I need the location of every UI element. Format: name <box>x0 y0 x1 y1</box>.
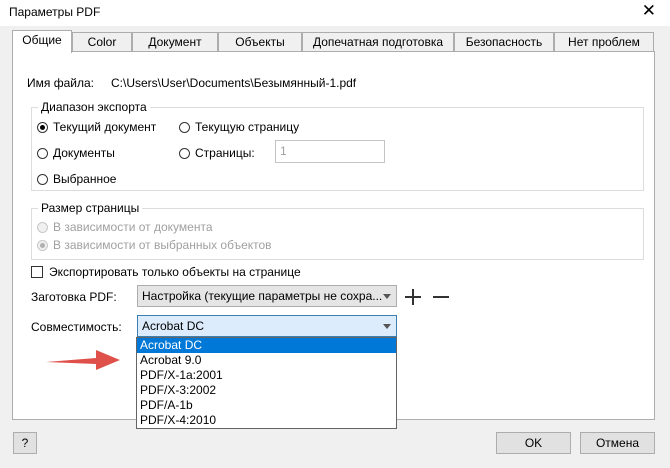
compat-option[interactable]: Acrobat 9.0 <box>137 353 396 368</box>
tab-label: Объекты <box>235 35 285 49</box>
export-range-legend: Диапазон экспорта <box>38 100 150 114</box>
size-from-document-label: В зависимости от документа <box>53 220 213 234</box>
compat-option[interactable]: PDF/A-1b <box>137 398 396 413</box>
size-from-objects-radio[interactable] <box>37 240 48 251</box>
tab-label: Документ <box>148 35 202 49</box>
compat-option[interactable]: PDF/X-4:2010 <box>137 413 396 428</box>
tab-document[interactable]: Документ <box>132 32 218 52</box>
current-document-label: Текущий документ <box>53 120 157 134</box>
compat-dropdown-list: Acrobat DC Acrobat 9.0 PDF/X-1a:2001 PDF… <box>136 337 397 429</box>
size-from-objects-label: В зависимости от выбранных объектов <box>53 238 272 252</box>
selection-radio[interactable] <box>37 174 48 185</box>
pages-radio[interactable] <box>179 148 190 159</box>
arrow-annotation-icon <box>46 350 120 370</box>
tab-color[interactable]: Color <box>72 32 132 52</box>
tab-label: Нет проблем <box>568 35 640 49</box>
tab-label: Допечатная подготовка <box>312 35 444 49</box>
help-button[interactable]: ? <box>13 432 37 454</box>
window-title: Параметры PDF <box>9 5 101 19</box>
add-preset-icon[interactable] <box>403 287 423 307</box>
tab-security[interactable]: Безопасность <box>454 32 554 52</box>
tab-general[interactable]: Общие <box>12 30 72 53</box>
tab-prepress[interactable]: Допечатная подготовка <box>302 32 454 52</box>
file-name-label: Имя файла: <box>27 76 94 90</box>
current-document-radio[interactable] <box>37 122 48 133</box>
export-only-on-page-label: Экспортировать только объекты на страниц… <box>49 265 301 279</box>
size-from-document-radio[interactable] <box>37 222 48 233</box>
preset-label: Заготовка PDF: <box>31 290 117 304</box>
remove-preset-icon[interactable] <box>431 287 451 307</box>
pages-input[interactable]: 1 <box>275 140 385 163</box>
tab-label: Общие <box>22 33 62 47</box>
preset-select[interactable]: Настройка (текущие параметры не сохра... <box>137 285 397 307</box>
selection-label: Выбранное <box>53 172 117 186</box>
tab-objects[interactable]: Объекты <box>218 32 302 52</box>
compat-select[interactable]: Acrobat DC <box>137 315 397 337</box>
current-page-label: Текущую страницу <box>195 120 300 134</box>
preset-value: Настройка (текущие параметры не сохра... <box>142 289 383 303</box>
pages-label: Страницы: <box>195 146 255 160</box>
ok-button[interactable]: OK <box>496 432 571 454</box>
chevron-down-icon <box>383 294 391 299</box>
compat-label: Совместимость: <box>31 320 122 334</box>
file-name-value: C:\Users\User\Documents\Безымянный-1.pdf <box>111 76 357 90</box>
compat-option[interactable]: PDF/X-3:2002 <box>137 383 396 398</box>
close-icon[interactable]: ✕ <box>642 1 656 21</box>
compat-value: Acrobat DC <box>142 319 205 333</box>
page-size-group: Размер страницы <box>31 201 644 260</box>
export-only-on-page-checkbox[interactable] <box>31 266 43 278</box>
chevron-down-icon <box>383 324 391 329</box>
compat-option[interactable]: PDF/X-1a:2001 <box>137 368 396 383</box>
tab-preflight[interactable]: Нет проблем <box>554 32 654 52</box>
tab-label: Color <box>87 35 117 49</box>
compat-option[interactable]: Acrobat DC <box>137 338 396 353</box>
cancel-button[interactable]: Отмена <box>580 432 655 454</box>
tab-label: Безопасность <box>465 35 543 49</box>
page-size-legend: Размер страницы <box>38 201 143 215</box>
title-bar: Параметры PDF ✕ <box>0 0 670 26</box>
documents-label: Документы <box>53 146 115 160</box>
current-page-radio[interactable] <box>179 122 190 133</box>
documents-radio[interactable] <box>37 148 48 159</box>
